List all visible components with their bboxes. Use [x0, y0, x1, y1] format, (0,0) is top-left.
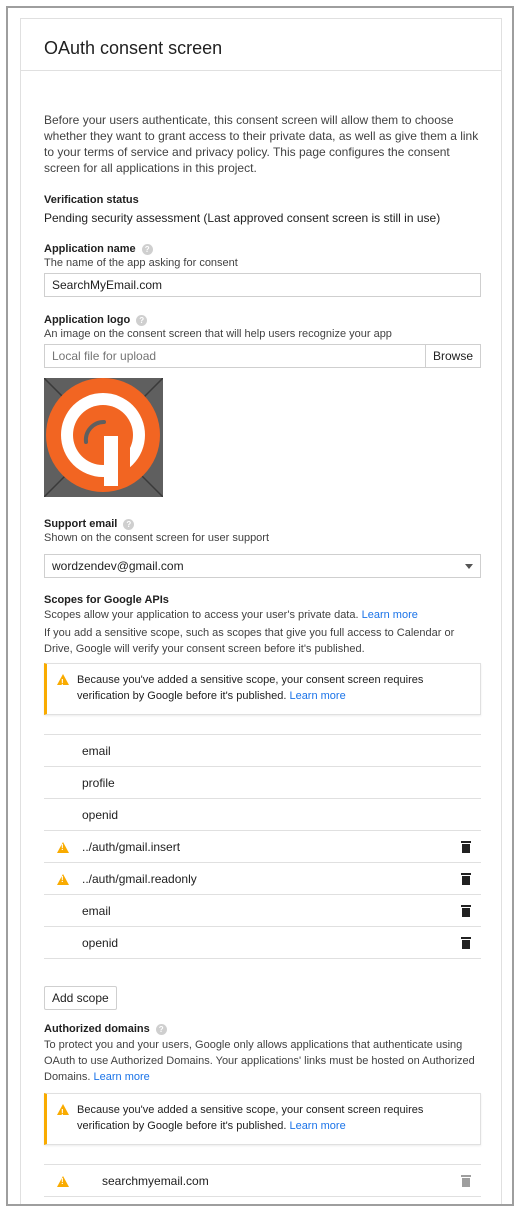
verification-status: Pending security assessment (Last approv… [44, 211, 441, 225]
trash-icon[interactable] [461, 872, 471, 885]
scope-name: email [82, 743, 111, 758]
scopes-warning: Because you've added a sensitive scope, … [44, 663, 481, 715]
help-icon[interactable]: ? [136, 314, 148, 326]
title-divider [21, 70, 501, 71]
warning-icon [57, 1104, 69, 1121]
domains-learn-more-link[interactable]: Learn more [94, 1071, 150, 1083]
scope-row: email [44, 735, 481, 767]
chevron-down-icon [465, 563, 473, 569]
domains-warning-text: Because you've added a sensitive scope, … [77, 1102, 470, 1136]
scope-row-icon-cell [44, 840, 82, 853]
scopes-hint-text: Scopes allow your application to access … [44, 609, 359, 621]
domain-name: searchmyemail.com [102, 1173, 209, 1188]
authorized-domains-label: Authorized domains ? [44, 1023, 481, 1035]
scope-name: ../auth/gmail.insert [82, 839, 181, 854]
scope-name: profile [82, 775, 115, 790]
scopes-learn-more-link[interactable]: Learn more [362, 609, 418, 621]
intro-text: Before your users authenticate, this con… [44, 113, 479, 175]
warning-icon [57, 1176, 69, 1187]
warning-icon [57, 674, 69, 691]
logo-file-input[interactable]: Local file for upload [44, 344, 425, 368]
support-email-hint: Shown on the consent screen for user sup… [44, 532, 270, 544]
scope-row-icon-cell [44, 872, 82, 885]
scope-row: email [44, 895, 481, 927]
verification-label: Verification status [44, 194, 139, 206]
scopes-note: If you add a sensitive scope, such as sc… [44, 627, 455, 655]
scopes-label: Scopes for Google APIs [44, 594, 169, 606]
app-name-input[interactable]: SearchMyEmail.com [44, 273, 481, 297]
consent-panel: OAuth consent screen Before your users a… [20, 18, 502, 1204]
domain-input-row[interactable] [44, 1197, 481, 1204]
help-icon[interactable]: ? [141, 243, 153, 255]
scope-name: openid [82, 807, 119, 822]
scopes-warning-text: Because you've added a sensitive scope, … [77, 672, 470, 706]
scope-row: openid [44, 927, 481, 959]
app-logo-icon [44, 378, 163, 497]
warning-icon [57, 874, 69, 885]
help-icon[interactable]: ? [123, 518, 135, 530]
trash-icon[interactable] [461, 936, 471, 949]
add-scope-button[interactable]: Add scope [44, 986, 117, 1010]
scope-row: openid [44, 799, 481, 831]
warning-icon [57, 842, 69, 853]
support-email-label-text: Support email [44, 518, 118, 530]
app-logo-image [44, 378, 163, 497]
support-email-select[interactable]: wordzendev@gmail.com [44, 554, 481, 578]
authorized-domains-hint: To protect you and your users, Google on… [44, 1037, 481, 1085]
domain-row-icon-cell [44, 1174, 82, 1187]
support-email-label: Support email ? [44, 518, 481, 530]
scope-name: ../auth/gmail.readonly [82, 871, 197, 886]
app-logo-label-text: Application logo [44, 314, 131, 326]
trash-icon [461, 1174, 471, 1187]
app-logo-label: Application logo ? [44, 314, 481, 326]
authorized-domains-label-text: Authorized domains [44, 1023, 150, 1035]
domains-warning: Because you've added a sensitive scope, … [44, 1093, 481, 1145]
domain-row: searchmyemail.com [44, 1165, 481, 1197]
scopes-warning-learn-more-link[interactable]: Learn more [289, 690, 345, 702]
domains-warning-learn-more-link[interactable]: Learn more [289, 1120, 345, 1132]
trash-icon[interactable] [461, 904, 471, 917]
domains-warning-message: Because you've added a sensitive scope, … [77, 1104, 424, 1132]
scope-row: profile [44, 767, 481, 799]
app-name-hint: The name of the app asking for consent [44, 257, 238, 269]
scopes-warning-message: Because you've added a sensitive scope, … [77, 674, 424, 702]
page-title: OAuth consent screen [44, 38, 223, 58]
scope-name: email [82, 903, 111, 918]
help-icon[interactable]: ? [155, 1023, 167, 1035]
domain-list: searchmyemail.com [44, 1164, 481, 1204]
support-email-value: wordzendev@gmail.com [52, 559, 184, 573]
scope-list: email profile openid ../auth/gmail.insert..… [44, 734, 481, 959]
scope-row: ../auth/gmail.readonly [44, 863, 481, 895]
app-name-label-text: Application name [44, 243, 136, 255]
scope-row: ../auth/gmail.insert [44, 831, 481, 863]
scope-name: openid [82, 935, 119, 950]
screenshot-frame: OAuth consent screen Before your users a… [6, 6, 514, 1206]
app-logo-hint: An image on the consent screen that will… [44, 328, 392, 340]
scopes-hint: Scopes allow your application to access … [44, 609, 481, 621]
browse-button[interactable]: Browse [424, 344, 481, 368]
top-divider [21, 18, 501, 19]
app-name-label: Application name ? [44, 243, 481, 255]
trash-icon[interactable] [461, 840, 471, 853]
